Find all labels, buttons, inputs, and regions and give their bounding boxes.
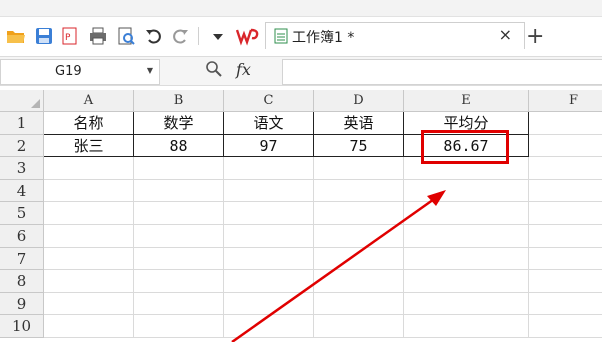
red-arrow-annotation (231, 190, 446, 342)
